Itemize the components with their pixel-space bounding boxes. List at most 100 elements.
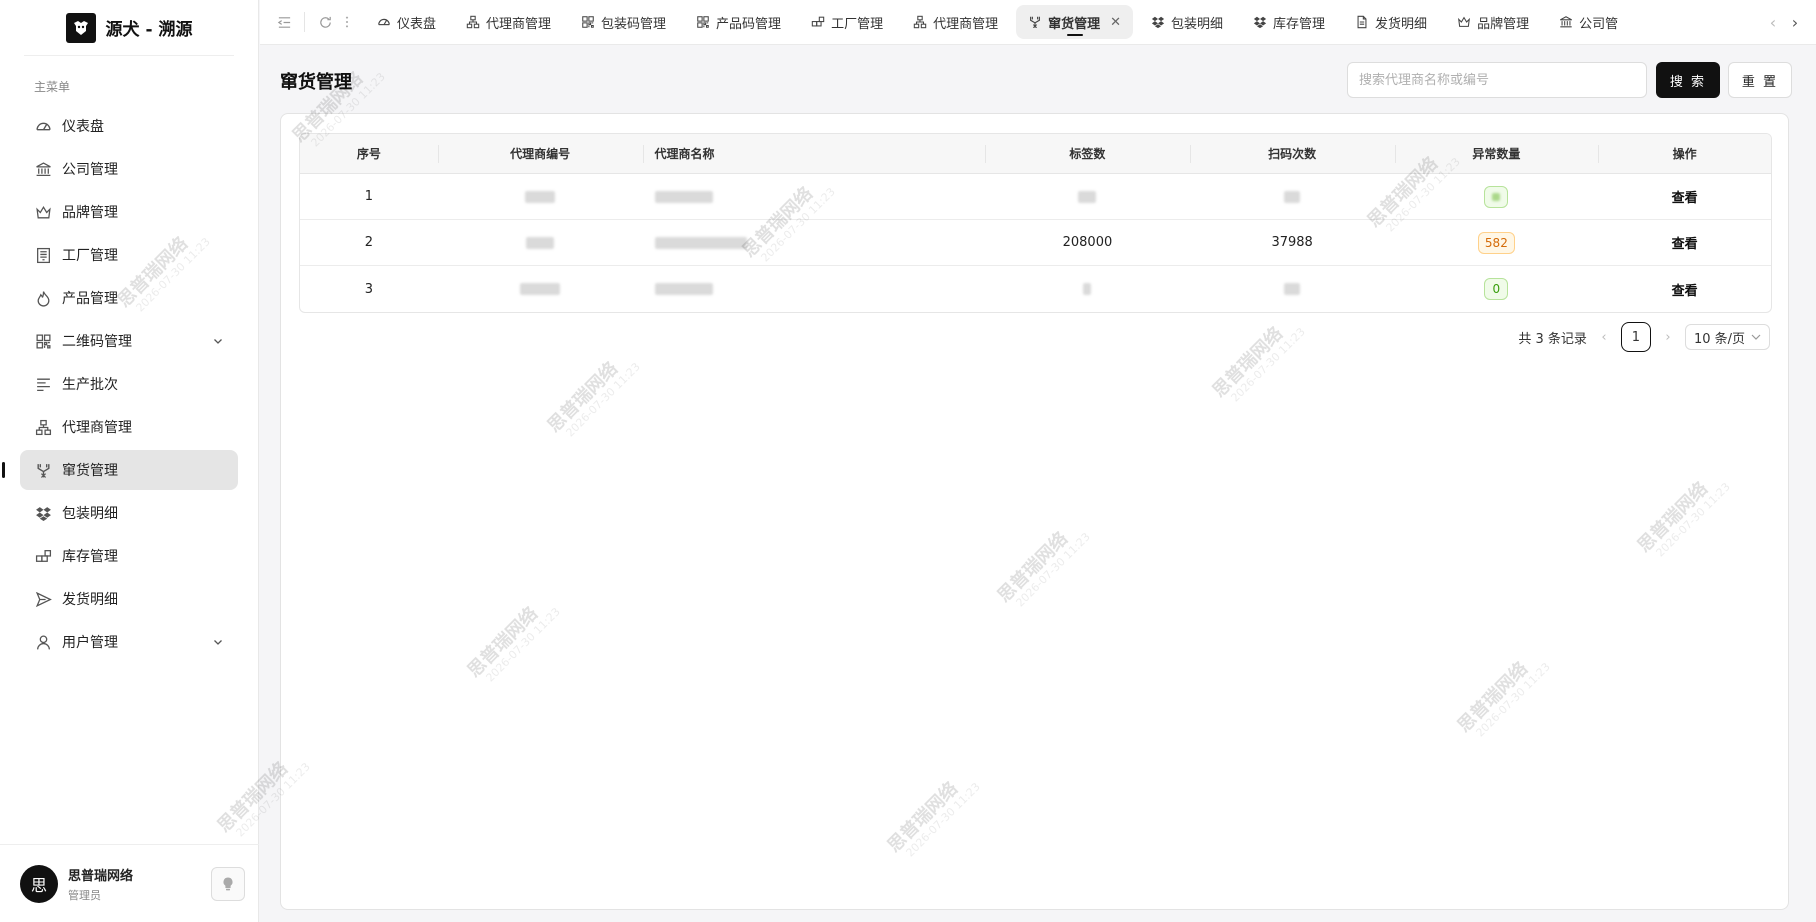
column-header-scans: 扫码次数 bbox=[1189, 144, 1395, 163]
bank-icon bbox=[34, 160, 52, 178]
user-role: 管理员 bbox=[68, 888, 101, 902]
tab-8[interactable]: 库存管理 bbox=[1241, 5, 1337, 39]
search-input[interactable] bbox=[1347, 62, 1647, 98]
tab-bar: 仪表盘 代理商管理 包装码管理 产品码管理 工厂管理 代理商管理 窜货管理 ✕ 包装明细 库存管理… bbox=[260, 0, 1816, 45]
sidebar-item-1[interactable]: 公司管理 bbox=[20, 149, 238, 189]
sidebar-item-label: 工厂管理 bbox=[62, 248, 118, 264]
abnormal-badge: 0 bbox=[1484, 278, 1509, 300]
tab-label: 公司管 bbox=[1579, 16, 1619, 32]
refresh-icon[interactable] bbox=[311, 8, 339, 36]
avatar[interactable]: 思 bbox=[20, 864, 58, 903]
tab-3[interactable]: 产品码管理 bbox=[684, 5, 793, 39]
tab-10[interactable]: 品牌管理 bbox=[1445, 5, 1541, 39]
sidebar-item-0[interactable]: 仪表盘 bbox=[20, 106, 238, 146]
tab-scroll-right-icon[interactable]: › bbox=[1784, 7, 1806, 37]
sidebar-item-label: 代理商管理 bbox=[62, 420, 132, 436]
bars-icon bbox=[34, 375, 52, 393]
tab-2[interactable]: 包装码管理 bbox=[569, 5, 678, 39]
more-vertical-icon[interactable] bbox=[339, 8, 355, 36]
cluster-icon bbox=[913, 15, 927, 29]
sidebar-item-3[interactable]: 工厂管理 bbox=[20, 235, 238, 275]
tab-scroll-left-icon[interactable]: ‹ bbox=[1762, 7, 1784, 37]
column-header-abnormal: 异常数量 bbox=[1394, 144, 1599, 163]
menu-fold-icon[interactable] bbox=[270, 8, 298, 36]
sidebar-item-label: 窜货管理 bbox=[62, 463, 118, 479]
send-icon bbox=[34, 590, 52, 608]
sidebar-item-9[interactable]: 包装明细 bbox=[20, 493, 238, 533]
view-link[interactable]: 查看 bbox=[1672, 233, 1698, 252]
dashboard-icon bbox=[377, 15, 391, 29]
reset-button[interactable]: 重 置 bbox=[1728, 62, 1792, 98]
tab-11[interactable]: 公司管 bbox=[1547, 5, 1630, 39]
tab-label: 工厂管理 bbox=[831, 16, 884, 32]
page-number-current[interactable]: 1 bbox=[1620, 322, 1651, 352]
close-icon[interactable]: ✕ bbox=[1110, 15, 1121, 30]
search-button[interactable]: 搜 索 bbox=[1656, 62, 1720, 98]
sidebar-item-5[interactable]: 二维码管理 bbox=[20, 321, 238, 361]
sidebar-item-label: 用户管理 bbox=[62, 635, 118, 651]
sidebar-item-2[interactable]: 品牌管理 bbox=[20, 192, 238, 232]
sidebar-item-6[interactable]: 生产批次 bbox=[20, 364, 238, 404]
cell-scans-masked bbox=[1190, 174, 1395, 219]
total-records: 共 3 条记录 bbox=[1518, 331, 1587, 347]
chevron-down-icon bbox=[1751, 334, 1761, 340]
sidebar-item-label: 二维码管理 bbox=[62, 334, 132, 350]
table-card: 序号 代理商编号 代理商名称 标签数 扫码次数 异常数量 操作 1 查看 2 2080… bbox=[280, 113, 1789, 910]
tab-label: 包装明细 bbox=[1171, 16, 1224, 32]
tab-0[interactable]: 仪表盘 bbox=[365, 5, 448, 39]
pagination: 共 3 条记录 ‹ 1 › 10 条/页 bbox=[1518, 322, 1770, 352]
table-header: 序号 代理商编号 代理商名称 标签数 扫码次数 异常数量 操作 bbox=[300, 134, 1771, 174]
cell-labels-masked bbox=[985, 174, 1190, 219]
sidebar-item-label: 公司管理 bbox=[62, 162, 118, 178]
qrcode-icon bbox=[581, 15, 595, 29]
sidebar-item-12[interactable]: 用户管理 bbox=[20, 622, 238, 662]
fork-icon bbox=[1028, 15, 1042, 29]
tab-4[interactable]: 工厂管理 bbox=[799, 5, 895, 39]
view-link[interactable]: 查看 bbox=[1672, 187, 1698, 206]
view-link[interactable]: 查看 bbox=[1672, 280, 1698, 299]
prev-page-icon[interactable]: ‹ bbox=[1597, 330, 1611, 345]
crown-icon bbox=[34, 203, 52, 221]
menu-group-label: 主菜单 bbox=[34, 80, 71, 94]
sidebar-item-label: 库存管理 bbox=[62, 549, 118, 565]
cluster-icon bbox=[34, 418, 52, 436]
page-size-select[interactable]: 10 条/页 bbox=[1684, 324, 1770, 350]
cell-code-masked bbox=[438, 174, 643, 219]
chevron-down-icon[interactable] bbox=[212, 335, 224, 347]
tab-9[interactable]: 发货明细 bbox=[1343, 5, 1439, 39]
sidebar-item-8[interactable]: 窜货管理 bbox=[2, 450, 238, 490]
dashboard-icon bbox=[34, 117, 52, 135]
bulb-icon[interactable] bbox=[211, 866, 245, 901]
sidebar-item-label: 生产批次 bbox=[62, 377, 118, 393]
qrcode-icon bbox=[696, 15, 710, 29]
sidebar-item-label: 包装明细 bbox=[62, 506, 118, 522]
column-header-labels: 标签数 bbox=[985, 144, 1190, 163]
sidebar-item-4[interactable]: 产品管理 bbox=[20, 278, 238, 318]
tab-label: 发货明细 bbox=[1375, 16, 1428, 32]
cell-code-masked bbox=[438, 220, 643, 265]
cell-code-masked bbox=[438, 266, 643, 312]
tab-1[interactable]: 代理商管理 bbox=[454, 5, 563, 39]
fork-icon bbox=[34, 461, 52, 479]
boxes-icon bbox=[34, 547, 52, 565]
tab-7[interactable]: 包装明细 bbox=[1139, 5, 1235, 39]
next-page-icon[interactable]: › bbox=[1661, 330, 1675, 345]
tabs: 仪表盘 代理商管理 包装码管理 产品码管理 工厂管理 代理商管理 窜货管理 ✕ 包装明细 库存管理… bbox=[365, 0, 1762, 44]
user-profile[interactable]: 思 思普瑞网络 管理员 bbox=[0, 844, 259, 922]
file-icon bbox=[1355, 15, 1369, 29]
cell-name-masked bbox=[643, 174, 986, 219]
sidebar-item-11[interactable]: 发货明细 bbox=[20, 579, 238, 619]
sidebar-item-label: 品牌管理 bbox=[62, 205, 118, 221]
tab-5[interactable]: 代理商管理 bbox=[901, 5, 1010, 39]
column-header-code: 代理商编号 bbox=[437, 144, 643, 163]
bank-icon bbox=[1559, 15, 1573, 29]
abnormal-badge: 582 bbox=[1477, 231, 1515, 254]
chevron-down-icon[interactable] bbox=[212, 636, 224, 648]
tab-label: 产品码管理 bbox=[716, 16, 782, 32]
sidebar: 源犬 - 溯源 主菜单 仪表盘 公司管理 品牌管理 工厂管理 产品管理 二维码管理 生产批次… bbox=[0, 0, 259, 922]
tab-6[interactable]: 窜货管理 ✕ bbox=[1016, 5, 1134, 39]
dropbox-icon bbox=[1253, 15, 1267, 29]
sidebar-item-10[interactable]: 库存管理 bbox=[20, 536, 238, 576]
cluster-icon bbox=[466, 15, 480, 29]
sidebar-item-7[interactable]: 代理商管理 bbox=[20, 407, 238, 447]
